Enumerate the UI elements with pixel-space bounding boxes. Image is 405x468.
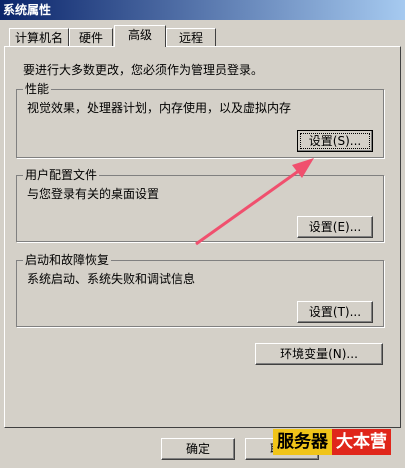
annotation-arrow — [195, 158, 314, 246]
watermark-part2: 大本营 — [332, 429, 391, 455]
tab-advanced[interactable]: 高级 — [114, 25, 166, 47]
watermark: 服务器 大本营 — [273, 429, 391, 455]
watermark-part1: 服务器 — [273, 429, 332, 455]
arrow-shaft — [195, 168, 301, 246]
